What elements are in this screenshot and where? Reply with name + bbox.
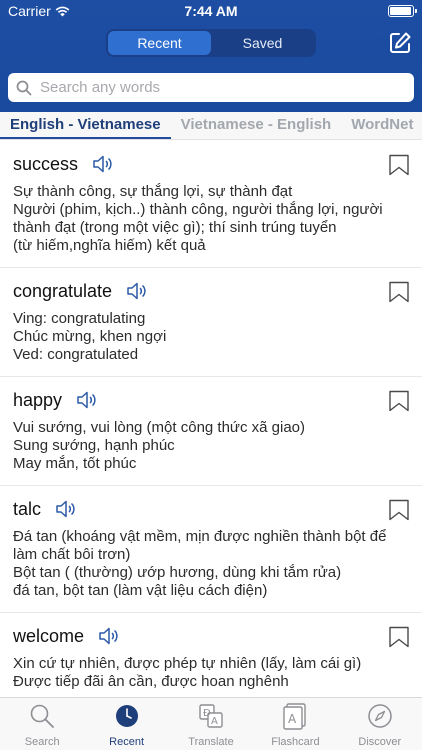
header: Carrier 7:44 AM Recent Saved <box>0 0 422 112</box>
search-bar <box>8 73 414 102</box>
speaker-icon[interactable] <box>92 153 116 175</box>
tab-english-vietnamese[interactable]: English - Vietnamese <box>0 112 171 139</box>
tabbar-label: Search <box>24 736 60 748</box>
segment-saved[interactable]: Saved <box>211 31 314 55</box>
word-title: congratulate <box>13 280 113 301</box>
tabbar-label: Discover <box>358 736 402 748</box>
tab-wordnet[interactable]: WordNet <box>341 112 422 139</box>
definition-line: Người (phim, kịch..) thành công, người t… <box>13 201 383 236</box>
list-item[interactable]: welcome Xin cứ tự nhiên, được phép tự nh… <box>0 613 422 697</box>
bookmark-icon[interactable] <box>388 626 410 648</box>
definition-line: Sung sướng, hạnh phúc <box>13 437 175 454</box>
word-title: welcome <box>13 625 85 646</box>
list-item[interactable]: happy Vui sướng, vui lòng (một công thức… <box>0 377 422 486</box>
definition-line: Sự thành công, sự thắng lợi, sự thành đạ… <box>13 183 293 200</box>
tabbar-item-flashcard[interactable]: A Flashcard <box>253 698 337 750</box>
list-item[interactable]: congratulate Ving: congratulating Chúc m… <box>0 268 422 377</box>
tab-vietnamese-english[interactable]: Vietnamese - English <box>171 112 342 139</box>
tabbar-item-search[interactable]: Search <box>0 698 84 750</box>
svg-text:Đ: Đ <box>203 708 211 719</box>
edit-icon[interactable] <box>388 31 412 55</box>
status-bar: Carrier 7:44 AM <box>0 0 422 22</box>
search-icon <box>16 80 32 95</box>
definition-line: Chúc mừng, khen ngợi <box>13 328 167 345</box>
word-title: talc <box>13 498 42 519</box>
clock-icon <box>115 705 138 727</box>
bookmark-icon[interactable] <box>388 281 410 303</box>
bookmark-icon[interactable] <box>388 154 410 176</box>
battery-icon <box>388 5 417 17</box>
recent-saved-segmented-control: Recent Saved <box>106 29 316 57</box>
definition-line: May mắn, tốt phúc <box>13 455 137 472</box>
bookmark-icon[interactable] <box>388 499 410 521</box>
definition-line: Xin cứ tự nhiên, được phép tự nhiên (lấy… <box>13 655 362 672</box>
definition-line: Được tiếp đãi ân cần, được hoan nghênh <box>13 673 289 690</box>
tabbar-item-discover[interactable]: Discover <box>338 698 422 750</box>
word-title: success <box>13 153 79 174</box>
definition-line: Ving: congratulating <box>13 310 146 327</box>
speaker-icon[interactable] <box>76 389 100 411</box>
search-input[interactable] <box>40 79 400 96</box>
definition-line: Bột tan ( (thường) ướp hương, dùng khi t… <box>13 564 342 581</box>
flashcard-icon: A <box>283 703 307 730</box>
tab-bar: Search Recent Đ A Translate A Flashcard <box>0 697 422 750</box>
tabbar-item-recent[interactable]: Recent <box>84 698 168 750</box>
wifi-icon <box>55 6 70 16</box>
list-item[interactable]: talc Đá tan (khoáng vật mềm, mịn được ng… <box>0 486 422 613</box>
definition-line: Ved: congratulated <box>13 346 139 363</box>
tabbar-item-translate[interactable]: Đ A Translate <box>169 698 253 750</box>
word-title: happy <box>13 389 63 410</box>
speaker-icon[interactable] <box>126 280 150 302</box>
dictionary-tabs: English - Vietnamese Vietnamese - Englis… <box>0 112 422 140</box>
svg-text:A: A <box>211 716 218 727</box>
search-icon <box>30 704 55 728</box>
bookmark-icon[interactable] <box>388 390 410 412</box>
definition-line: Đá tan (khoáng vật mềm, mịn được nghiền … <box>13 528 387 563</box>
compass-icon <box>368 704 392 728</box>
recent-word-list: success Sự thành công, sự thắng lợi, sự … <box>0 141 422 697</box>
segment-recent[interactable]: Recent <box>108 31 211 55</box>
svg-text:A: A <box>288 712 297 726</box>
definition-line: Vui sướng, vui lòng (một công thức xã gi… <box>13 419 306 436</box>
tabbar-label: Recent <box>109 736 145 748</box>
tabbar-label: Translate <box>188 736 234 748</box>
speaker-icon[interactable] <box>98 625 122 647</box>
carrier-name: Carrier <box>8 3 51 19</box>
tabbar-label: Flashcard <box>271 736 320 748</box>
speaker-icon[interactable] <box>55 498 79 520</box>
definition-line: đá tan, bột tan (làm vật liệu cách điện) <box>13 582 268 599</box>
translate-icon: Đ A <box>199 704 223 728</box>
list-item[interactable]: success Sự thành công, sự thắng lợi, sự … <box>0 141 422 268</box>
definition-line: (từ hiếm,nghĩa hiếm) kết quả <box>13 237 206 254</box>
carrier-info: Carrier <box>8 3 70 19</box>
